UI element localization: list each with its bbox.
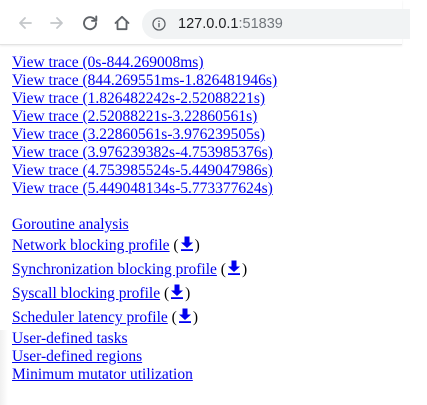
minimum-mutator-utilization-link[interactable]: Minimum mutator utilization: [12, 366, 193, 383]
browser-window: 127.0.0.1:51839 View trace (0s-844.26900…: [0, 0, 427, 405]
download-arrow-icon: [178, 308, 191, 323]
paren-close: ): [192, 309, 199, 326]
list-item: View trace (844.269551ms-1.826481946s): [12, 72, 427, 90]
arrow-left-icon: [19, 17, 32, 29]
list-item: View trace (5.449048134s-5.773377624s): [12, 180, 427, 198]
list-item: View trace (4.753985524s-5.449047986s): [12, 162, 427, 180]
network-profile-download-button[interactable]: [179, 235, 195, 252]
download-arrow-icon: [180, 236, 193, 251]
list-item: View trace (3.976239382s-4.753985376s): [12, 144, 427, 162]
reload-button[interactable]: [79, 12, 101, 34]
list-item: Scheduler latency profile (): [12, 306, 427, 330]
view-trace-link-5[interactable]: View trace (3.22860561s-3.976239505s): [12, 126, 265, 143]
back-button[interactable]: [14, 12, 36, 34]
browser-toolbar: 127.0.0.1:51839: [0, 0, 410, 45]
view-trace-link-3[interactable]: View trace (1.826482242s-2.52088221s): [12, 90, 265, 107]
home-button[interactable]: [111, 12, 133, 34]
network-blocking-profile-link[interactable]: Network blocking profile: [12, 237, 170, 254]
user-defined-tasks-link[interactable]: User-defined tasks: [12, 330, 127, 347]
trace-link-list: View trace (0s-844.269008ms) View trace …: [12, 54, 427, 198]
download-arrow-icon: [171, 284, 184, 299]
paren-close: ): [194, 237, 200, 254]
goroutine-analysis-link[interactable]: Goroutine analysis: [12, 216, 129, 233]
list-item: Network blocking profile (): [12, 234, 427, 258]
syscall-blocking-profile-link[interactable]: Syscall blocking profile: [12, 285, 160, 302]
view-trace-link-4[interactable]: View trace (2.52088221s-3.22860561s): [12, 108, 257, 125]
syscall-profile-download-button[interactable]: [169, 283, 185, 300]
address-bar[interactable]: 127.0.0.1:51839: [142, 9, 410, 39]
list-item: User-defined tasks: [12, 330, 427, 348]
home-icon: [114, 15, 130, 31]
user-defined-regions-link[interactable]: User-defined regions: [12, 348, 142, 365]
download-arrow-icon: [227, 260, 240, 275]
info-icon[interactable]: [152, 17, 166, 31]
list-item: Synchronization blocking profile (): [12, 258, 427, 282]
view-trace-link-8[interactable]: View trace (5.449048134s-5.773377624s): [12, 180, 273, 197]
list-item: View trace (1.826482242s-2.52088221s): [12, 90, 427, 108]
list-item: View trace (2.52088221s-3.22860561s): [12, 108, 427, 126]
list-item: View trace (0s-844.269008ms): [12, 54, 427, 72]
sched-profile-download-button[interactable]: [177, 307, 193, 324]
list-item: Goroutine analysis: [12, 216, 427, 234]
analysis-link-list: Goroutine analysis Network blocking prof…: [12, 216, 427, 384]
url-port: :51839: [238, 16, 283, 32]
synchronization-blocking-profile-link[interactable]: Synchronization blocking profile: [12, 261, 217, 278]
view-trace-link-6[interactable]: View trace (3.976239382s-4.753985376s): [12, 144, 273, 161]
scheduler-latency-profile-link[interactable]: Scheduler latency profile: [12, 309, 168, 326]
url-text: 127.0.0.1:51839: [178, 9, 283, 39]
window-edge-shadow: [0, 330, 8, 405]
view-trace-link-2[interactable]: View trace (844.269551ms-1.826481946s): [12, 72, 277, 89]
list-item: User-defined regions: [12, 348, 427, 366]
arrow-right-icon: [50, 17, 63, 29]
view-trace-link-1[interactable]: View trace (0s-844.269008ms): [12, 54, 203, 71]
page-content: View trace (0s-844.269008ms) View trace …: [12, 54, 427, 384]
list-item: Minimum mutator utilization: [12, 366, 427, 384]
paren-close: ): [241, 261, 248, 278]
list-item: View trace (3.22860561s-3.976239505s): [12, 126, 427, 144]
sync-profile-download-button[interactable]: [226, 259, 242, 276]
url-host: 127.0.0.1: [178, 16, 239, 32]
paren-close: ): [185, 285, 191, 302]
reload-icon: [83, 15, 98, 31]
forward-button[interactable]: [46, 12, 68, 34]
list-item: Syscall blocking profile (): [12, 282, 427, 306]
view-trace-link-7[interactable]: View trace (4.753985524s-5.449047986s): [12, 162, 273, 179]
